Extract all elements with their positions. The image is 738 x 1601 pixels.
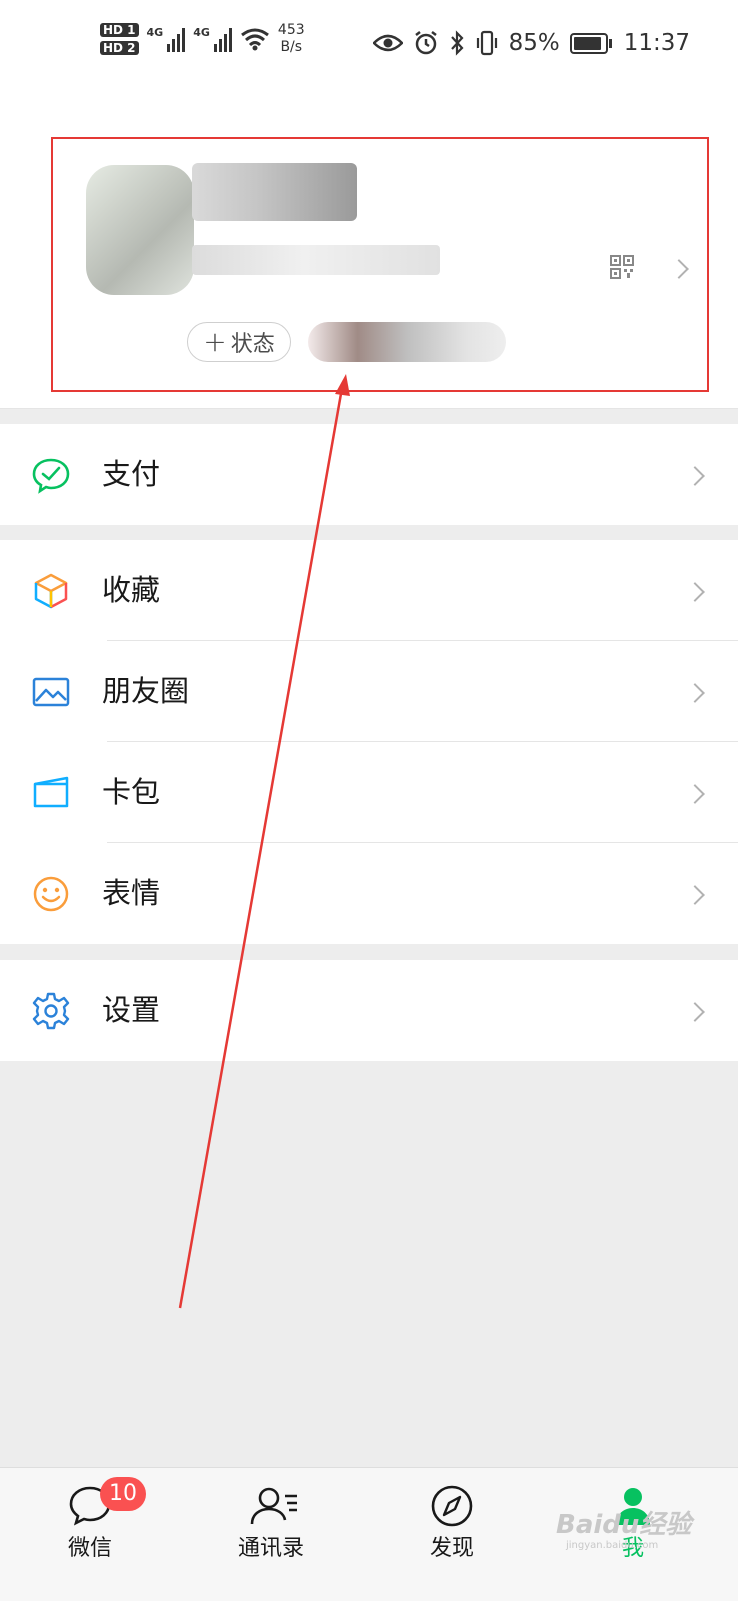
menu-group-settings: 设置 [0, 960, 738, 1061]
smiley-icon [33, 876, 69, 912]
favorites-cube-icon [34, 573, 68, 609]
menu-item-moments[interactable]: 朋友圈 [0, 641, 738, 742]
status-bar: HD 1 HD 2 4G 4G 453 B/s 85% 11:37 [0, 0, 738, 95]
battery-icon [569, 32, 612, 54]
chevron-right-icon [685, 784, 705, 804]
tab-contacts[interactable]: 通讯录 [211, 1468, 331, 1601]
card-wallet-icon [33, 776, 69, 808]
menu-group-main: 收藏 朋友圈 卡包 表情 [0, 540, 738, 944]
chevron-right-icon [685, 683, 705, 703]
chevron-right-icon [685, 466, 705, 486]
bluetooth-icon [450, 30, 464, 56]
compass-icon [431, 1485, 473, 1527]
clock-time: 11:37 [623, 30, 690, 56]
unread-badge: 10 [100, 1477, 146, 1511]
settings-gear-icon [32, 992, 70, 1030]
signal-1-icon: 4G [147, 26, 186, 52]
menu-item-settings[interactable]: 设置 [0, 960, 738, 1061]
eye-icon [372, 34, 403, 52]
moments-album-icon [32, 677, 70, 707]
annotation-box [51, 137, 709, 392]
watermark-url: jingyan.baidu.com [566, 1540, 659, 1551]
alarm-icon [414, 31, 437, 55]
contacts-icon [250, 1487, 297, 1525]
chevron-right-icon [685, 885, 705, 905]
network-speed: 453 B/s [277, 22, 305, 55]
battery-percent: 85% [508, 30, 560, 56]
chevron-right-icon [685, 1002, 705, 1022]
vibrate-icon [476, 30, 497, 56]
menu-group-pay: 支付 [0, 424, 738, 525]
signal-2-icon: 4G [193, 26, 232, 52]
menu-item-pay[interactable]: 支付 [0, 424, 738, 525]
wechat-pay-icon [32, 458, 70, 494]
hd-2-icon: HD 2 [100, 41, 139, 55]
tab-discover[interactable]: 发现 [392, 1468, 512, 1601]
hd-1-icon: HD 1 [100, 23, 139, 37]
chevron-right-icon [685, 582, 705, 602]
watermark-logo: Baidu经验 [556, 1510, 692, 1540]
wifi-icon [240, 28, 269, 51]
menu-item-stickers[interactable]: 表情 [0, 843, 738, 944]
menu-item-cards[interactable]: 卡包 [0, 742, 738, 843]
profile-header[interactable]: + 状态 [0, 95, 738, 409]
menu-item-favorites[interactable]: 收藏 [0, 540, 738, 641]
